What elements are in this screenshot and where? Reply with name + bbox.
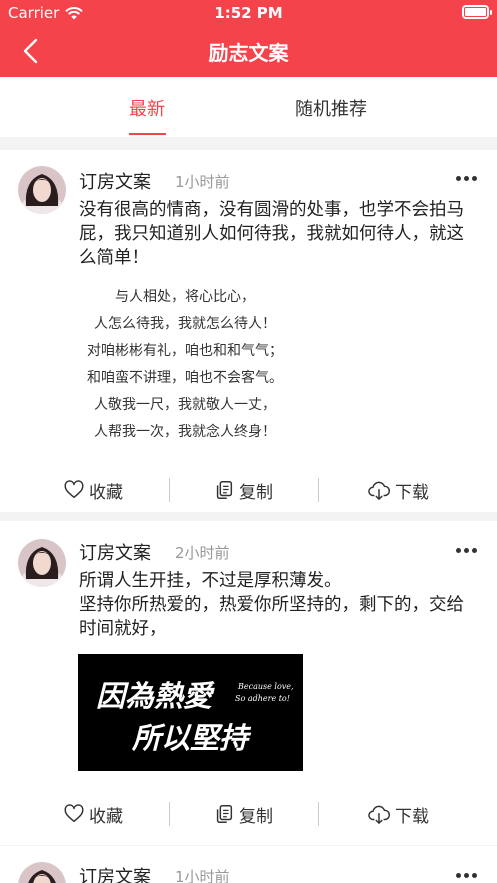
divider bbox=[318, 802, 319, 826]
post-image[interactable]: 因為熱愛 所以堅持 Because love, So adhere to! bbox=[78, 654, 303, 771]
post-time: 1小时前 bbox=[175, 173, 230, 191]
copy-icon bbox=[216, 805, 233, 823]
cloud-download-icon bbox=[368, 481, 391, 500]
status-bar: Carrier 1:52 PM bbox=[0, 0, 497, 26]
post-card: 订房文案 1小时前 没有很高的情商，没有圆滑的处事，也学不会拍马屁，我只知道别人… bbox=[0, 150, 497, 512]
avatar[interactable] bbox=[18, 862, 66, 883]
image-calligraphy-line: 因為熱愛 bbox=[96, 679, 215, 713]
page-title: 励志文案 bbox=[208, 41, 289, 65]
post-text: 所谓人生开挂，不过是厚积薄发。 坚持你所热爱的，热爱你所坚持的，剩下的，交给时间… bbox=[79, 569, 479, 641]
image-caption-line: So adhere to! bbox=[235, 694, 290, 703]
avatar[interactable] bbox=[18, 539, 66, 587]
poem-line: 人怎么待我，我就怎么待人！ bbox=[94, 316, 276, 332]
post-text: 没有很高的情商，没有圆滑的处事，也学不会拍马屁，我只知道别人如何待我，我就如何待… bbox=[79, 200, 464, 268]
favorite-button[interactable]: 收藏 bbox=[63, 472, 123, 508]
copy-button[interactable]: 复制 bbox=[213, 796, 273, 832]
more-options-icon[interactable] bbox=[456, 176, 477, 181]
status-time: 1:52 PM bbox=[214, 4, 283, 22]
tab-bar: 最新 随机推荐 bbox=[0, 77, 497, 137]
poem-line: 和咱蛮不讲理，咱也不会客气。 bbox=[87, 370, 283, 386]
author-name: 订房文案 bbox=[79, 867, 151, 883]
post-text-line: 坚持你所热爱的，热爱你所坚持的，剩下的，交给时间就好， bbox=[79, 595, 464, 639]
poem-line: 人敬我一尺，我就敬人一丈， bbox=[94, 397, 276, 413]
post-time: 2小时前 bbox=[175, 544, 230, 562]
post-actions: 收藏 复制 下载 bbox=[0, 796, 497, 832]
favorite-label: 收藏 bbox=[89, 806, 123, 827]
divider bbox=[169, 478, 170, 502]
post-card: 订房文案 1小时前 bbox=[0, 846, 497, 883]
copy-button[interactable]: 复制 bbox=[213, 472, 273, 508]
post-time: 1小时前 bbox=[175, 868, 230, 883]
active-tab-indicator bbox=[129, 133, 166, 135]
more-options-icon[interactable] bbox=[456, 873, 477, 878]
download-label: 下载 bbox=[395, 482, 429, 503]
divider bbox=[169, 802, 170, 826]
post-text-line: 所谓人生开挂，不过是厚积薄发。 bbox=[79, 571, 342, 591]
author-name: 订房文案 bbox=[79, 172, 151, 193]
copy-icon bbox=[216, 481, 233, 499]
heart-icon bbox=[64, 804, 84, 823]
cloud-download-icon bbox=[368, 805, 391, 824]
download-label: 下载 bbox=[395, 806, 429, 827]
post-card: 订房文案 2小时前 所谓人生开挂，不过是厚积薄发。 坚持你所热爱的，热爱你所坚持… bbox=[0, 521, 497, 845]
tab-latest[interactable]: 最新 bbox=[129, 95, 165, 121]
copy-label: 复制 bbox=[239, 482, 273, 503]
post-image-poem: 与人相处，将心比心， 人怎么待我，我就怎么待人！ 对咱彬彬有礼，咱也和和气气； … bbox=[79, 284, 291, 446]
tab-random-recommend[interactable]: 随机推荐 bbox=[295, 95, 367, 121]
top-bar: Carrier 1:52 PM 励志文案 bbox=[0, 0, 497, 77]
avatar[interactable] bbox=[18, 166, 66, 214]
poem-line: 与人相处，将心比心， bbox=[115, 289, 255, 305]
image-caption-line: Because love, bbox=[237, 682, 294, 691]
favorite-label: 收藏 bbox=[89, 482, 123, 503]
image-calligraphy-line: 所以堅持 bbox=[131, 721, 252, 755]
nav-bar: 励志文案 bbox=[0, 26, 497, 77]
more-options-icon[interactable] bbox=[456, 548, 477, 553]
download-button[interactable]: 下载 bbox=[367, 472, 429, 508]
battery-icon bbox=[462, 5, 492, 19]
author-name: 订房文案 bbox=[79, 543, 151, 564]
favorite-button[interactable]: 收藏 bbox=[63, 796, 123, 832]
copy-label: 复制 bbox=[239, 806, 273, 827]
poem-line: 对咱彬彬有礼，咱也和和气气； bbox=[87, 343, 283, 359]
poem-line: 人帮我一次，我就念人终身！ bbox=[94, 424, 276, 440]
heart-icon bbox=[64, 480, 84, 499]
download-button[interactable]: 下载 bbox=[367, 796, 429, 832]
post-actions: 收藏 复制 下载 bbox=[0, 472, 497, 508]
divider bbox=[318, 478, 319, 502]
